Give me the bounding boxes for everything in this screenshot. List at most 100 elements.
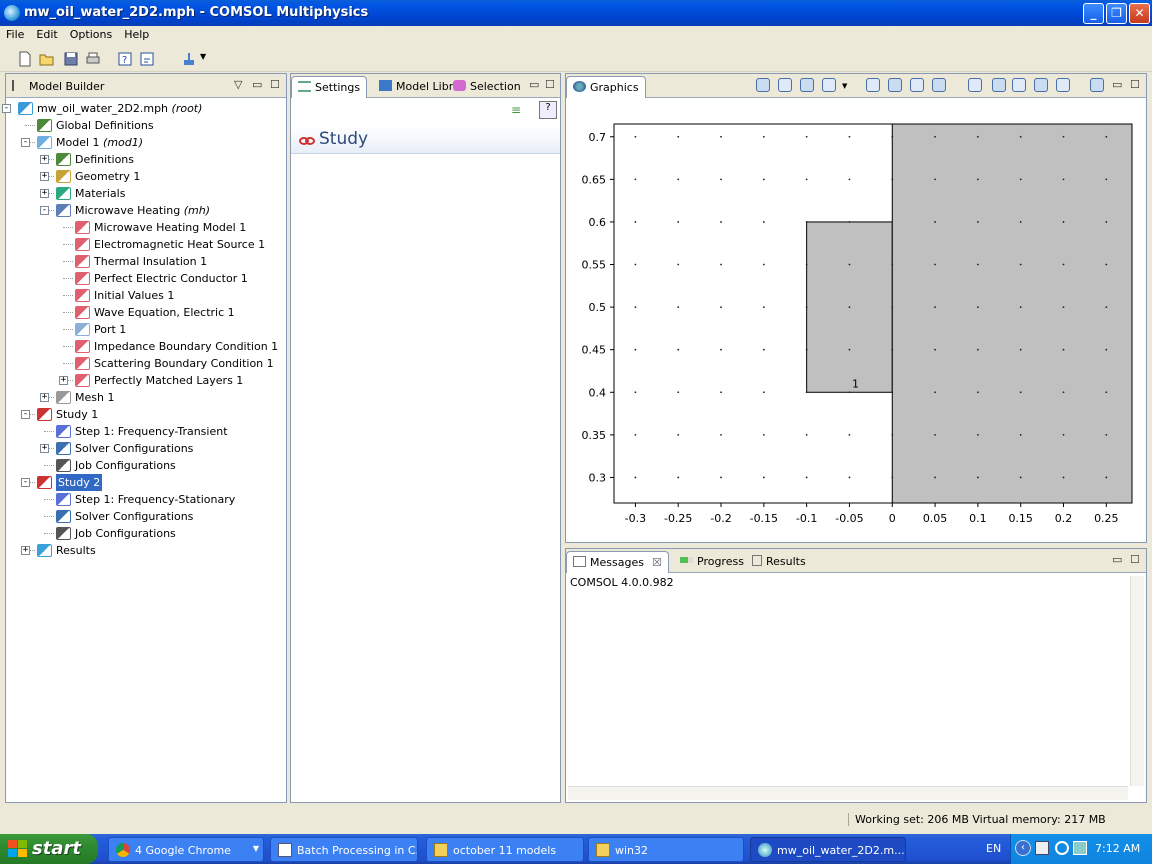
close-button[interactable]: ✕ xyxy=(1129,3,1150,24)
context-help-icon[interactable] xyxy=(138,50,156,68)
tree-item[interactable]: Port 1 xyxy=(6,321,284,338)
expand-icon[interactable]: + xyxy=(40,189,49,198)
tray-network-icon[interactable] xyxy=(1073,841,1087,855)
tree-item[interactable]: + Perfectly Matched Layers 1 xyxy=(6,372,284,389)
tree-item[interactable]: Initial Values 1 xyxy=(6,287,284,304)
tab-graphics[interactable]: Graphics xyxy=(566,76,646,98)
collapse-icon[interactable]: - xyxy=(21,410,30,419)
close-tab-icon[interactable]: ☒ xyxy=(652,556,662,569)
language-indicator[interactable]: EN xyxy=(986,842,1001,855)
help-icon[interactable]: ? xyxy=(116,50,134,68)
maximize-panel-icon[interactable]: ☐ xyxy=(270,78,280,91)
task-google-chrome[interactable]: 4 Google Chrome ▼ xyxy=(108,837,264,862)
collapse-icon[interactable]: - xyxy=(40,206,49,215)
geometry-plot[interactable]: -0.3 -0.25 -0.2 -0.15 -0.1 -0.05 0 0.05 0.1 0.15 0… xyxy=(566,99,1146,542)
maximize-panel-icon[interactable]: ☐ xyxy=(1130,553,1140,566)
tab-results[interactable]: Results xyxy=(746,551,812,573)
tree-item[interactable]: Solver Configurations xyxy=(6,508,284,525)
zoom-extents-icon[interactable] xyxy=(910,78,924,92)
start-button[interactable]: start xyxy=(0,834,98,864)
tab-progress[interactable]: Progress xyxy=(674,551,750,573)
view-icon[interactable] xyxy=(822,78,836,92)
select-all-icon[interactable] xyxy=(1056,78,1070,92)
tab-settings[interactable]: Settings xyxy=(291,76,368,98)
camera-icon[interactable] xyxy=(1090,78,1104,92)
zoom-box-icon[interactable] xyxy=(756,78,770,92)
tree-item[interactable]: Step 1: Frequency-Transient xyxy=(6,423,284,440)
select-icon[interactable] xyxy=(1012,78,1026,92)
horizontal-scrollbar[interactable] xyxy=(568,786,1128,800)
tree-item[interactable]: Impedance Boundary Condition 1 xyxy=(6,338,284,355)
chevron-down-icon[interactable]: ▼ xyxy=(842,82,847,90)
tree-item[interactable]: Job Configurations xyxy=(6,457,284,474)
transparency-icon[interactable] xyxy=(778,78,792,92)
tree-item[interactable]: + Geometry 1 xyxy=(6,168,284,185)
lock-icon[interactable] xyxy=(992,78,1006,92)
task-batch-processing[interactable]: Batch Processing in C... xyxy=(270,837,418,862)
collapse-icon[interactable]: - xyxy=(2,104,11,113)
tray-search-icon[interactable] xyxy=(1055,841,1069,855)
tree-item[interactable]: - Study 2 xyxy=(6,474,284,491)
collapse-icon[interactable]: - xyxy=(21,478,30,487)
tree-item[interactable]: + Mesh 1 xyxy=(6,389,284,406)
zoom-out-icon[interactable] xyxy=(888,78,902,92)
tree-item[interactable]: Job Configurations xyxy=(6,525,284,542)
deselect-icon[interactable] xyxy=(1034,78,1048,92)
save-icon[interactable] xyxy=(62,50,80,68)
tree-item[interactable]: Perfect Electric Conductor 1 xyxy=(6,270,284,287)
minimize-panel-icon[interactable]: ▭ xyxy=(1112,78,1122,91)
print-icon[interactable] xyxy=(84,50,102,68)
maximize-panel-icon[interactable]: ☐ xyxy=(545,78,555,91)
tree-item[interactable]: + Results xyxy=(6,542,284,559)
tab-model-builder[interactable]: Model Builder xyxy=(6,76,110,98)
expand-icon[interactable]: + xyxy=(40,444,49,453)
zoom-fit-icon[interactable] xyxy=(932,78,946,92)
minimize-panel-icon[interactable]: ▭ xyxy=(529,78,539,91)
maximize-panel-icon[interactable]: ☐ xyxy=(1130,78,1140,91)
minimize-panel-icon[interactable]: ▭ xyxy=(252,78,262,91)
zoom-in-icon[interactable] xyxy=(866,78,880,92)
chevron-down-icon[interactable]: ▼ xyxy=(200,52,218,70)
open-file-icon[interactable] xyxy=(38,50,56,68)
tree-item[interactable]: Step 1: Frequency-Stationary xyxy=(6,491,284,508)
task-october-models[interactable]: october 11 models xyxy=(426,837,584,862)
tray-device-icon[interactable] xyxy=(1035,841,1049,855)
help-icon[interactable]: ? xyxy=(539,101,557,119)
tree-item[interactable]: - Study 1 xyxy=(6,406,284,423)
menu-file[interactable]: File xyxy=(0,26,30,41)
minimize-button[interactable]: _ xyxy=(1083,3,1104,24)
tray-expand-icon[interactable]: ‹ xyxy=(1015,840,1031,856)
collapse-icon[interactable]: - xyxy=(21,138,30,147)
minimize-panel-icon[interactable]: ▭ xyxy=(1112,553,1122,566)
tab-messages[interactable]: Messages ☒ xyxy=(566,551,669,573)
compute-icon[interactable]: ≡ xyxy=(511,103,521,117)
tree-item[interactable]: - Model 1 (mod1) xyxy=(6,134,284,151)
tree-item[interactable]: Scattering Boundary Condition 1 xyxy=(6,355,284,372)
tree-item[interactable]: Wave Equation, Electric 1 xyxy=(6,304,284,321)
tree-item[interactable]: + Materials xyxy=(6,185,284,202)
tree-item[interactable]: Electromagnetic Heat Source 1 xyxy=(6,236,284,253)
tree-item[interactable]: + Solver Configurations xyxy=(6,440,284,457)
menu-help[interactable]: Help xyxy=(118,26,155,41)
tree-item[interactable]: Global Definitions xyxy=(6,117,284,134)
expand-icon[interactable]: + xyxy=(40,155,49,164)
tree-item[interactable]: - Microwave Heating (mh) xyxy=(6,202,284,219)
menu-options[interactable]: Options xyxy=(64,26,118,41)
expand-icon[interactable]: + xyxy=(21,546,30,555)
new-file-icon[interactable] xyxy=(16,50,34,68)
tree-item[interactable]: Thermal Insulation 1 xyxy=(6,253,284,270)
expand-icon[interactable]: + xyxy=(40,393,49,402)
task-comsol[interactable]: mw_oil_water_2D2.m... xyxy=(750,837,906,862)
select-box-icon[interactable] xyxy=(968,78,982,92)
physics-builder-icon[interactable] xyxy=(180,50,198,68)
maximize-button[interactable]: ❐ xyxy=(1106,3,1127,24)
expand-icon[interactable]: + xyxy=(59,376,68,385)
view-menu-icon[interactable]: ▽ xyxy=(234,78,242,91)
tab-selection[interactable]: Selection xyxy=(447,76,527,98)
expand-icon[interactable]: + xyxy=(40,172,49,181)
tree-item[interactable]: - mw_oil_water_2D2.mph (root) xyxy=(2,100,284,117)
task-win32[interactable]: win32 xyxy=(588,837,744,862)
vertical-scrollbar[interactable] xyxy=(1130,576,1144,786)
tree-item[interactable]: Microwave Heating Model 1 xyxy=(6,219,284,236)
tree-item[interactable]: + Definitions xyxy=(6,151,284,168)
